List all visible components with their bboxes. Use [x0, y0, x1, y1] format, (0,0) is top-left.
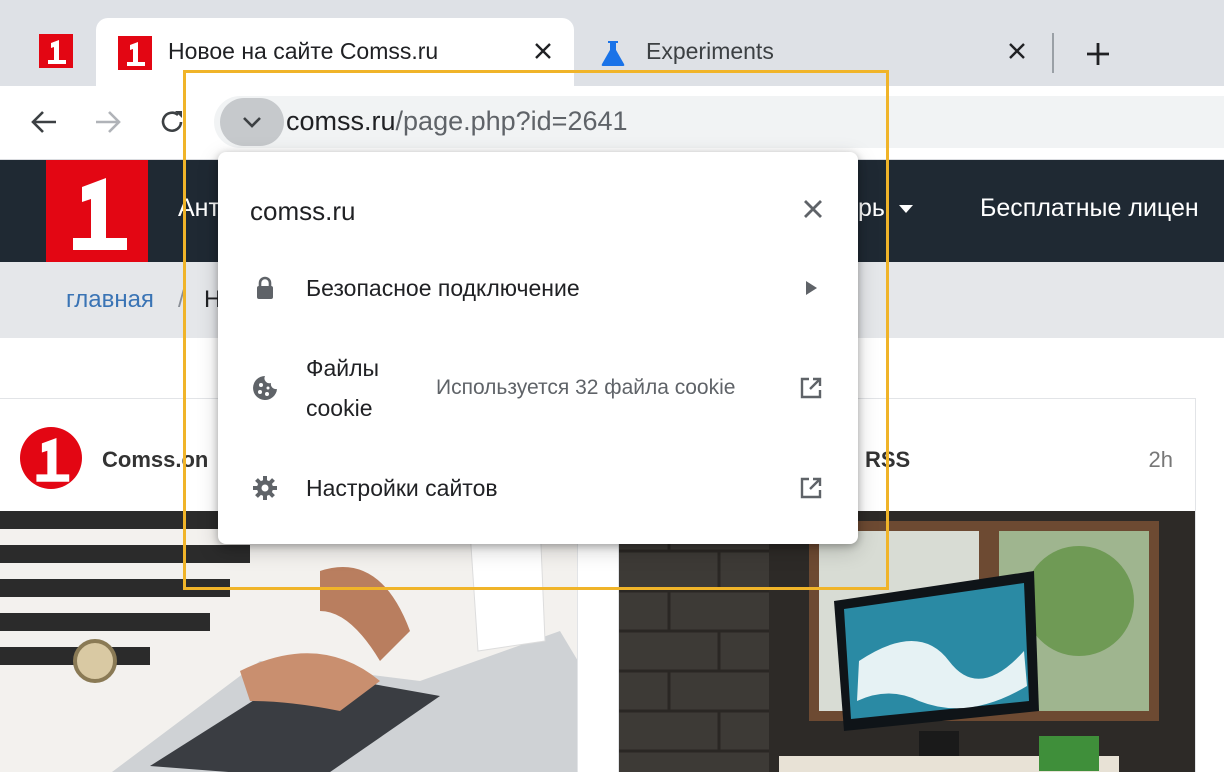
gear-icon — [250, 473, 280, 503]
site-info-chip[interactable] — [220, 98, 284, 146]
card-image-laptop — [0, 511, 577, 772]
popup-domain: comss.ru — [250, 196, 356, 226]
avatar — [20, 427, 82, 489]
back-arrow-icon[interactable] — [24, 102, 64, 142]
chevron-down-icon — [243, 117, 261, 128]
close-icon[interactable] — [798, 194, 828, 224]
caret-down-icon — [898, 205, 913, 214]
tab-title: Новое на сайте Comss.ru — [168, 38, 439, 64]
new-tab-plus-icon[interactable] — [1078, 34, 1118, 74]
external-link-icon — [796, 373, 826, 403]
breadcrumb-separator: / — [178, 286, 185, 313]
flask-icon — [598, 38, 628, 68]
tab-pinned-comss[interactable] — [26, 22, 86, 80]
site-nav-item-dropdown[interactable]: рь — [858, 194, 913, 223]
url-text: comss.ru/page.php?id=2641 — [286, 106, 628, 137]
lock-icon — [250, 273, 280, 303]
address-bar[interactable]: comss.ru/page.php?id=2641 — [214, 96, 1224, 148]
close-tab-icon[interactable] — [530, 38, 556, 64]
popup-row-site-settings[interactable]: Настройки сайтов — [218, 448, 858, 528]
site-logo[interactable] — [46, 160, 148, 262]
external-link-icon — [796, 473, 826, 503]
cookie-icon — [250, 373, 280, 403]
popup-row-label: Файлы cookie — [306, 355, 380, 421]
popup-row-label: Настройки сайтов — [306, 475, 498, 501]
popup-row-cookies[interactable]: Файлы cookie Используется 32 файла cooki… — [218, 348, 858, 428]
popup-row-label: Безопасное подключение — [306, 275, 580, 301]
card-image-monitor — [619, 511, 1195, 772]
breadcrumb-home-link[interactable]: главная — [66, 286, 154, 314]
tab-divider — [1052, 33, 1054, 73]
close-tab-icon[interactable] — [1004, 38, 1030, 64]
cookie-count-text: Используется 32 файла cookie — [436, 376, 736, 399]
site-nav-item-antivirus[interactable]: Ант — [178, 194, 220, 223]
site-nav-item-free-licenses[interactable]: Бесплатные лицен — [980, 194, 1199, 223]
tab-title: Experiments — [646, 38, 774, 64]
tab-strip: Новое на сайте Comss.ru Experiments — [0, 0, 1224, 88]
url-host: comss.ru — [286, 106, 396, 136]
forward-arrow-icon[interactable] — [88, 102, 128, 142]
card-time: 2h — [1148, 447, 1173, 472]
popup-row-connection[interactable]: Безопасное подключение — [218, 248, 858, 328]
arrow-right-icon — [796, 273, 826, 303]
card-author: RSS — [865, 447, 911, 472]
url-path: /page.php?id=2641 — [395, 106, 628, 136]
comss-favicon-icon — [39, 34, 73, 68]
comss-favicon-icon — [118, 36, 152, 70]
tab-active[interactable]: Новое на сайте Comss.ru — [96, 18, 574, 88]
browser-window: Новое на сайте Comss.ru Experiments coms… — [0, 0, 1224, 772]
toolbar: comss.ru/page.php?id=2641 — [0, 86, 1224, 160]
reload-icon[interactable] — [152, 102, 192, 142]
site-nav-item-label: рь — [858, 194, 885, 222]
tab-experiments[interactable]: Experiments — [586, 18, 1048, 86]
site-info-popup: comss.ru Безопасное подключение Файлы co… — [218, 152, 858, 544]
card-author: Comss.on — [102, 447, 209, 472]
